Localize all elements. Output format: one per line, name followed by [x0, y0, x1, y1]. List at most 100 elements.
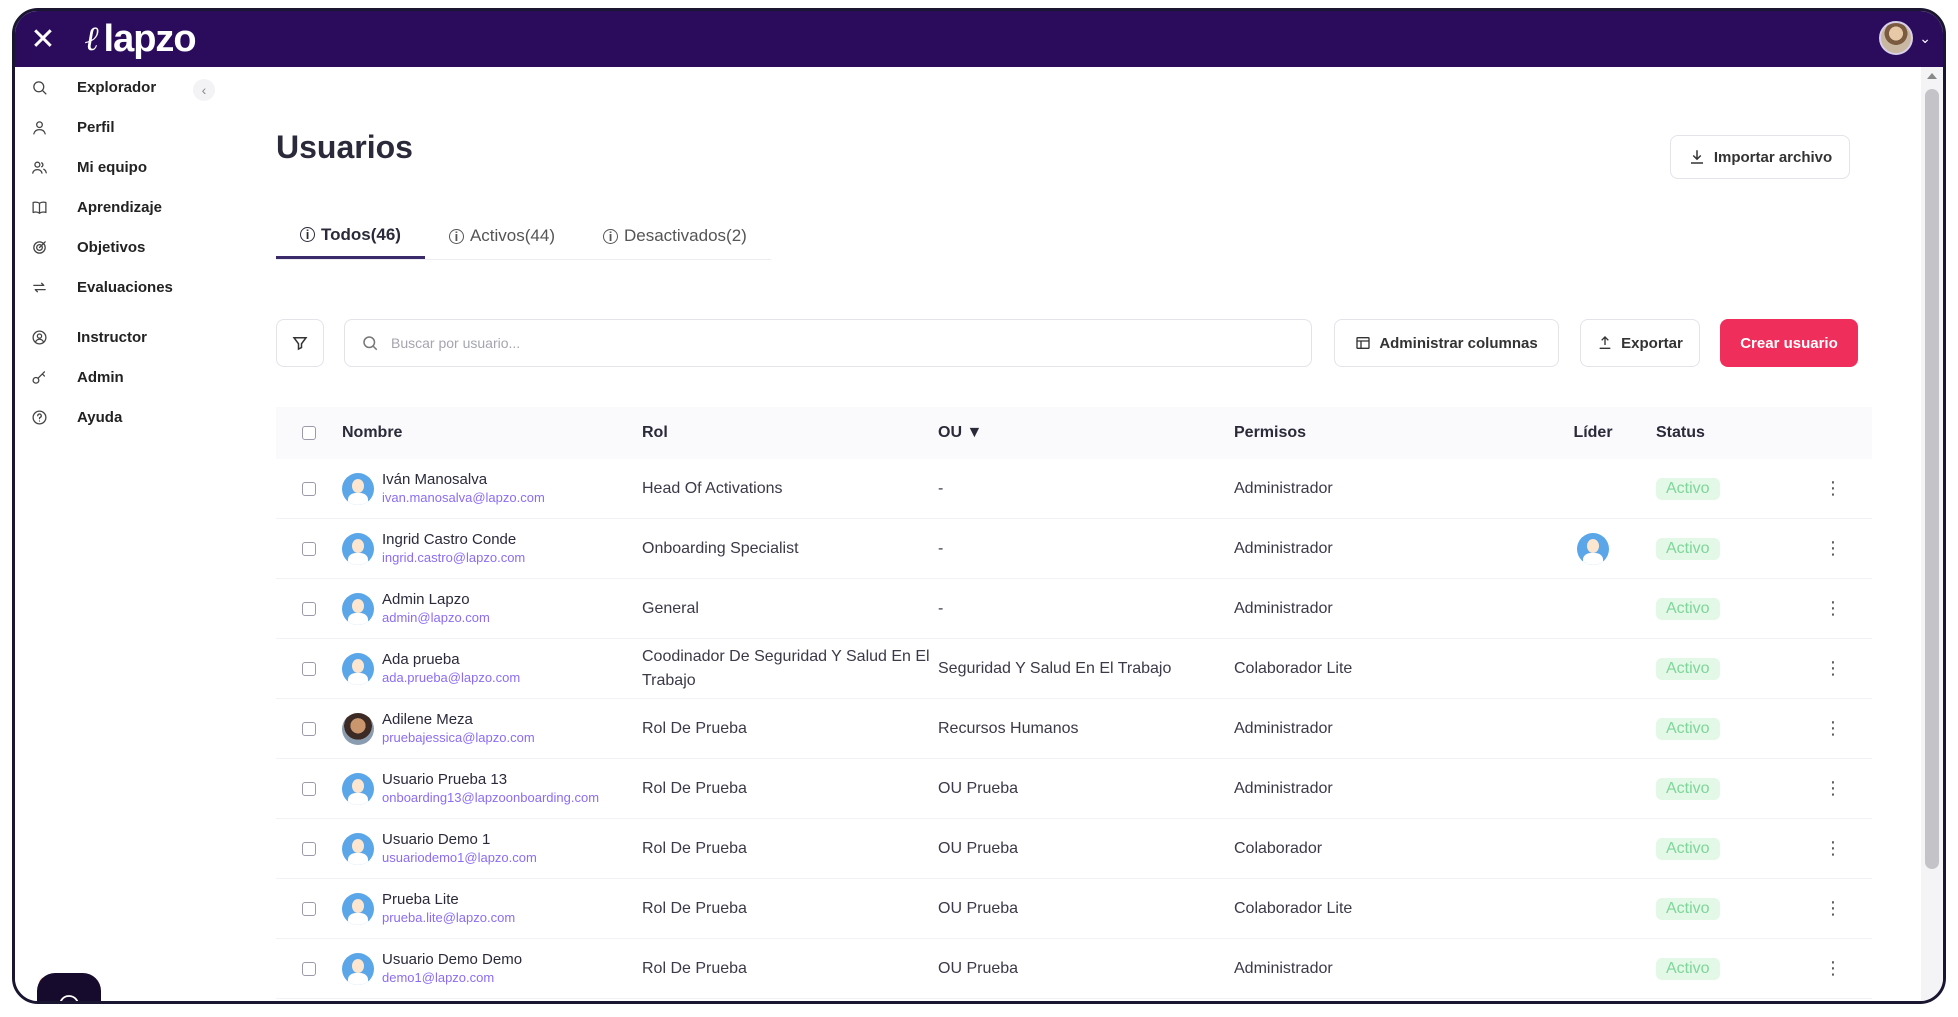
row-checkbox[interactable]	[302, 721, 316, 736]
more-options-icon[interactable]: ⋮	[1824, 778, 1842, 799]
column-header-ou[interactable]: OU ▼	[938, 424, 1234, 442]
more-options-icon[interactable]: ⋮	[1824, 478, 1842, 499]
more-options-icon[interactable]: ⋮	[1824, 958, 1842, 979]
user-permisos: Administrador	[1234, 779, 1333, 797]
sidebar-item-admin[interactable]: Admin	[15, 357, 220, 397]
table-row[interactable]: Admin Lapzo admin@lapzo.com General - Admini…	[276, 579, 1872, 639]
more-options-icon[interactable]: ⋮	[1824, 658, 1842, 679]
user-email[interactable]: usuariodemo1@lapzo.com	[382, 849, 537, 866]
create-user-button[interactable]: Crear usuario	[1720, 319, 1858, 367]
sidebar-item-label: Aprendizaje	[77, 198, 163, 216]
user-email[interactable]: pruebajessica@lapzo.com	[382, 729, 535, 746]
user-email[interactable]: ingrid.castro@lapzo.com	[382, 549, 525, 566]
collapse-sidebar-icon[interactable]: ‹	[193, 79, 215, 101]
select-all-checkbox[interactable]	[302, 426, 316, 440]
scrollbar-thumb[interactable]	[1925, 89, 1939, 869]
status-tabs: i Todos(46) i Activos(44) i Desactivados(2)	[276, 213, 771, 260]
leader-avatar[interactable]	[1577, 532, 1609, 565]
sidebar-item-objetivos[interactable]: Objetivos	[15, 227, 220, 267]
sidebar-item-label: Admin	[77, 368, 124, 386]
team-icon	[29, 157, 49, 177]
more-options-icon[interactable]: ⋮	[1824, 598, 1842, 619]
instructor-icon	[29, 327, 49, 347]
table-row[interactable]: Iván Manosalva ivan.manosalva@lapzo.com He…	[276, 459, 1872, 519]
sidebar-item-ayuda[interactable]: Ayuda	[15, 397, 220, 437]
sidebar-item-evaluaciones[interactable]: Evaluaciones	[15, 267, 220, 307]
user-name[interactable]: Ada prueba	[382, 651, 520, 669]
chevron-down-icon[interactable]: ⌄	[1919, 30, 1931, 47]
row-checkbox[interactable]	[302, 481, 316, 496]
tab-0[interactable]: i Todos(46)	[276, 213, 425, 259]
book-icon	[29, 197, 49, 217]
user-name[interactable]: Usuario Demo 1	[382, 831, 537, 849]
user-name[interactable]: Admin Lapzo	[382, 591, 490, 609]
more-options-icon[interactable]: ⋮	[1824, 718, 1842, 739]
column-header-name[interactable]: Nombre	[342, 424, 642, 442]
close-icon[interactable]: ✕	[15, 11, 71, 67]
export-button[interactable]: Exportar	[1580, 319, 1700, 367]
status-badge: Activo	[1656, 897, 1720, 920]
row-checkbox[interactable]	[302, 781, 316, 796]
scroll-up-arrow-icon[interactable]	[1927, 73, 1937, 79]
status-badge: Activo	[1656, 837, 1720, 860]
user-email[interactable]: ivan.manosalva@lapzo.com	[382, 489, 545, 506]
chat-button[interactable]	[37, 973, 101, 1001]
search-input[interactable]	[391, 335, 1271, 351]
app-window: ✕ ℓ lapzo ⌄ ‹ Explorador Perfil Mi equipo A…	[12, 8, 1946, 1004]
user-menu[interactable]: ⌄	[1879, 21, 1931, 55]
user-name[interactable]: Iván Manosalva	[382, 471, 545, 489]
table-row[interactable]: Usuario Demo Demo demo1@lapzo.com Rol De P…	[276, 939, 1872, 999]
row-checkbox[interactable]	[302, 901, 316, 916]
user-email[interactable]: demo1@lapzo.com	[382, 969, 522, 986]
row-checkbox[interactable]	[302, 841, 316, 856]
column-header-status[interactable]: Status	[1648, 424, 1798, 442]
user-name[interactable]: Adilene Meza	[382, 711, 535, 729]
user-ou: OU Prueba	[938, 899, 1019, 917]
user-email[interactable]: admin@lapzo.com	[382, 609, 490, 626]
brand-logo[interactable]: ℓ lapzo	[85, 18, 197, 61]
user-rol: Rol De Prueba	[642, 959, 747, 977]
table-row[interactable]: Prueba Lite prueba.lite@lapzo.com Rol De P…	[276, 879, 1872, 939]
filter-button[interactable]	[276, 319, 324, 367]
create-user-label: Crear usuario	[1740, 334, 1838, 352]
status-badge: Activo	[1656, 477, 1720, 500]
row-checkbox[interactable]	[302, 661, 316, 676]
avatar	[342, 652, 374, 685]
row-checkbox[interactable]	[302, 541, 316, 556]
tab-2[interactable]: i Desactivados(2)	[579, 213, 771, 259]
user-name[interactable]: Ingrid Castro Conde	[382, 531, 525, 549]
user-rol: Head Of Activations	[642, 479, 783, 497]
sidebar-item-aprendizaje[interactable]: Aprendizaje	[15, 187, 220, 227]
row-checkbox[interactable]	[302, 961, 316, 976]
sidebar-item-perfil[interactable]: Perfil	[15, 107, 220, 147]
user-avatar[interactable]	[1879, 21, 1914, 55]
user-name[interactable]: Prueba Lite	[382, 891, 515, 909]
manage-columns-button[interactable]: Administrar columnas	[1334, 319, 1559, 367]
user-name[interactable]: Usuario Prueba 13	[382, 771, 599, 789]
sidebar: ‹ Explorador Perfil Mi equipo Aprendizaje Ob…	[15, 67, 220, 1001]
sidebar-item-explorador[interactable]: Explorador	[15, 67, 220, 107]
tab-1[interactable]: i Activos(44)	[425, 213, 579, 259]
sidebar-item-mi-equipo[interactable]: Mi equipo	[15, 147, 220, 187]
user-email[interactable]: onboarding13@lapzoonboarding.com	[382, 789, 599, 806]
status-badge: Activo	[1656, 957, 1720, 980]
table-row[interactable]: Usuario Prueba 13 onboarding13@lapzoonboa…	[276, 759, 1872, 819]
column-header-permisos[interactable]: Permisos	[1234, 424, 1538, 442]
more-options-icon[interactable]: ⋮	[1824, 538, 1842, 559]
user-ou: -	[938, 539, 944, 557]
user-name[interactable]: Usuario Demo Demo	[382, 951, 522, 969]
sidebar-item-instructor[interactable]: Instructor	[15, 317, 220, 357]
more-options-icon[interactable]: ⋮	[1824, 838, 1842, 859]
row-checkbox[interactable]	[302, 601, 316, 616]
user-email[interactable]: ada.prueba@lapzo.com	[382, 669, 520, 686]
table-row[interactable]: Usuario Demo 1 usuariodemo1@lapzo.com Rol …	[276, 819, 1872, 879]
column-header-lider[interactable]: Líder	[1538, 424, 1648, 442]
search-icon	[29, 77, 49, 97]
user-email[interactable]: prueba.lite@lapzo.com	[382, 909, 515, 926]
table-row[interactable]: Ada prueba ada.prueba@lapzo.com Coodinador…	[276, 639, 1872, 699]
table-row[interactable]: Ingrid Castro Conde ingrid.castro@lapzo.c…	[276, 519, 1872, 579]
column-header-rol[interactable]: Rol	[642, 424, 938, 442]
import-file-button[interactable]: Importar archivo	[1670, 135, 1850, 179]
more-options-icon[interactable]: ⋮	[1824, 898, 1842, 919]
table-row[interactable]: Adilene Meza pruebajessica@lapzo.com Rol D…	[276, 699, 1872, 759]
